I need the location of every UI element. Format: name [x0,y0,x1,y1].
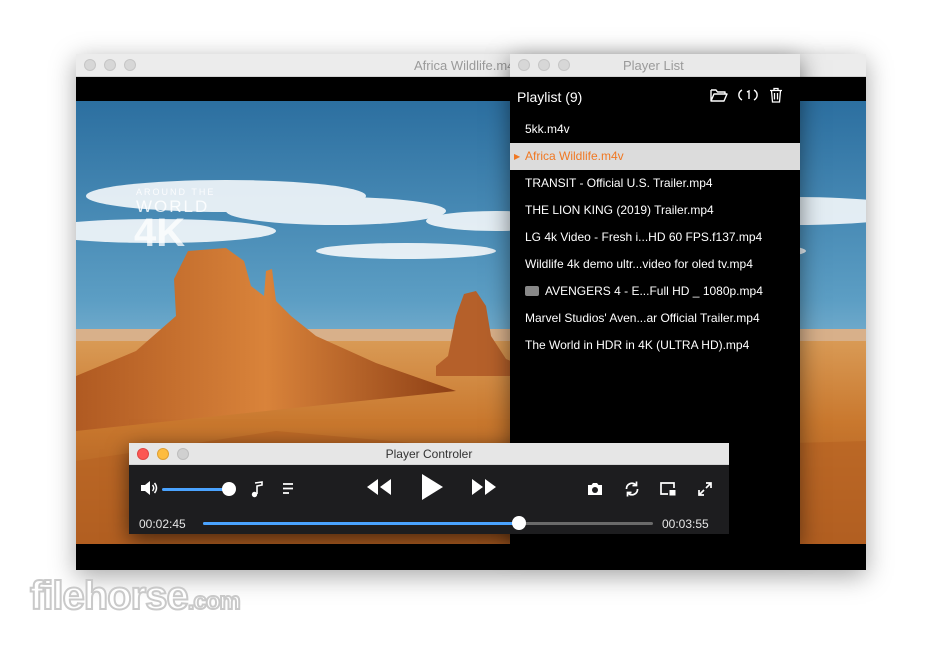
filehorse-logo: filehorse.com [29,573,242,619]
zoom-button[interactable] [124,59,136,71]
list-item-active[interactable]: ▶ Africa Wildlife.m4v [510,143,800,170]
list-item[interactable]: THE LION KING (2019) Trailer.mp4 [510,197,800,224]
list-item-label: THE LION KING (2019) Trailer.mp4 [525,203,714,217]
list-item-label: Wildlife 4k demo ultr...video for oled t… [525,257,753,271]
list-item[interactable]: LG 4k Video - Fresh i...HD 60 FPS.f137.m… [510,224,800,251]
playlist-toggle-icon[interactable] [282,482,296,496]
playlist-close-button[interactable] [518,59,530,71]
folder-open-icon[interactable] [710,87,728,103]
list-item[interactable]: TRANSIT - Official U.S. Trailer.mp4 [510,170,800,197]
list-item[interactable]: The World in HDR in 4K (ULTRA HD).mp4 [510,332,800,359]
rewind-icon[interactable] [365,478,393,496]
screenshot-camera-icon[interactable] [586,481,604,497]
list-item-label: Marvel Studios' Aven...ar Official Trail… [525,311,760,325]
watermark-4k: 4K [134,211,186,255]
total-time: 00:03:55 [662,517,709,531]
list-item-label: Africa Wildlife.m4v [525,149,624,163]
playlist-zoom-button[interactable] [558,59,570,71]
video-camera-icon [525,286,539,296]
playlist-header: Playlist (9) [517,89,583,105]
watermark-line1: AROUND THE [136,187,216,197]
seek-bar-knob[interactable] [511,516,526,530]
controller-window-titlebar[interactable]: Player Controler [129,443,729,465]
list-item[interactable]: Wildlife 4k demo ultr...video for oled t… [510,251,800,278]
list-item[interactable]: AVENGERS 4 - E...Full HD _ 1080p.mp4 [510,278,800,305]
repeat-one-icon[interactable] [738,87,758,103]
list-item[interactable]: 5kk.m4v [510,116,800,143]
current-time: 00:02:45 [139,517,186,531]
list-item-label: 5kk.m4v [525,122,570,136]
filehorse-logo-tld: .com [187,587,242,616]
play-icon[interactable] [419,472,445,502]
volume-slider-knob[interactable] [222,482,236,496]
list-item-label: TRANSIT - Official U.S. Trailer.mp4 [525,176,713,190]
minimize-button[interactable] [104,59,116,71]
list-item-label: The World in HDR in 4K (ULTRA HD).mp4 [525,338,750,352]
loop-icon[interactable] [623,480,641,498]
video-window-title: Africa Wildlife.m4v [414,58,521,73]
playlist-minimize-button[interactable] [538,59,550,71]
fast-forward-icon[interactable] [470,478,498,496]
controller-window: Player Controler 00:02:45 00:03:55 [129,443,729,534]
audio-track-icon[interactable] [250,480,264,498]
playlist-window-title: Player List [623,58,684,73]
list-item[interactable]: Marvel Studios' Aven...ar Official Trail… [510,305,800,332]
controller-window-title: Player Controler [385,447,473,461]
filehorse-logo-name: filehorse [29,573,190,619]
list-item-label: AVENGERS 4 - E...Full HD _ 1080p.mp4 [545,284,763,298]
trash-icon[interactable] [768,87,784,103]
list-item-label: LG 4k Video - Fresh i...HD 60 FPS.f137.m… [525,230,763,244]
playlist-items: 5kk.m4v ▶ Africa Wildlife.m4v TRANSIT - O… [510,116,800,359]
fullscreen-icon[interactable] [697,481,713,497]
play-indicator-icon: ▶ [514,152,521,161]
volume-icon[interactable] [139,479,159,497]
close-button[interactable] [84,59,96,71]
seek-bar-fill [203,522,519,525]
volume-slider[interactable] [162,488,230,491]
seek-bar[interactable] [203,516,653,530]
picture-in-picture-icon[interactable] [659,481,677,497]
playlist-window-titlebar[interactable]: Player List [510,54,800,77]
